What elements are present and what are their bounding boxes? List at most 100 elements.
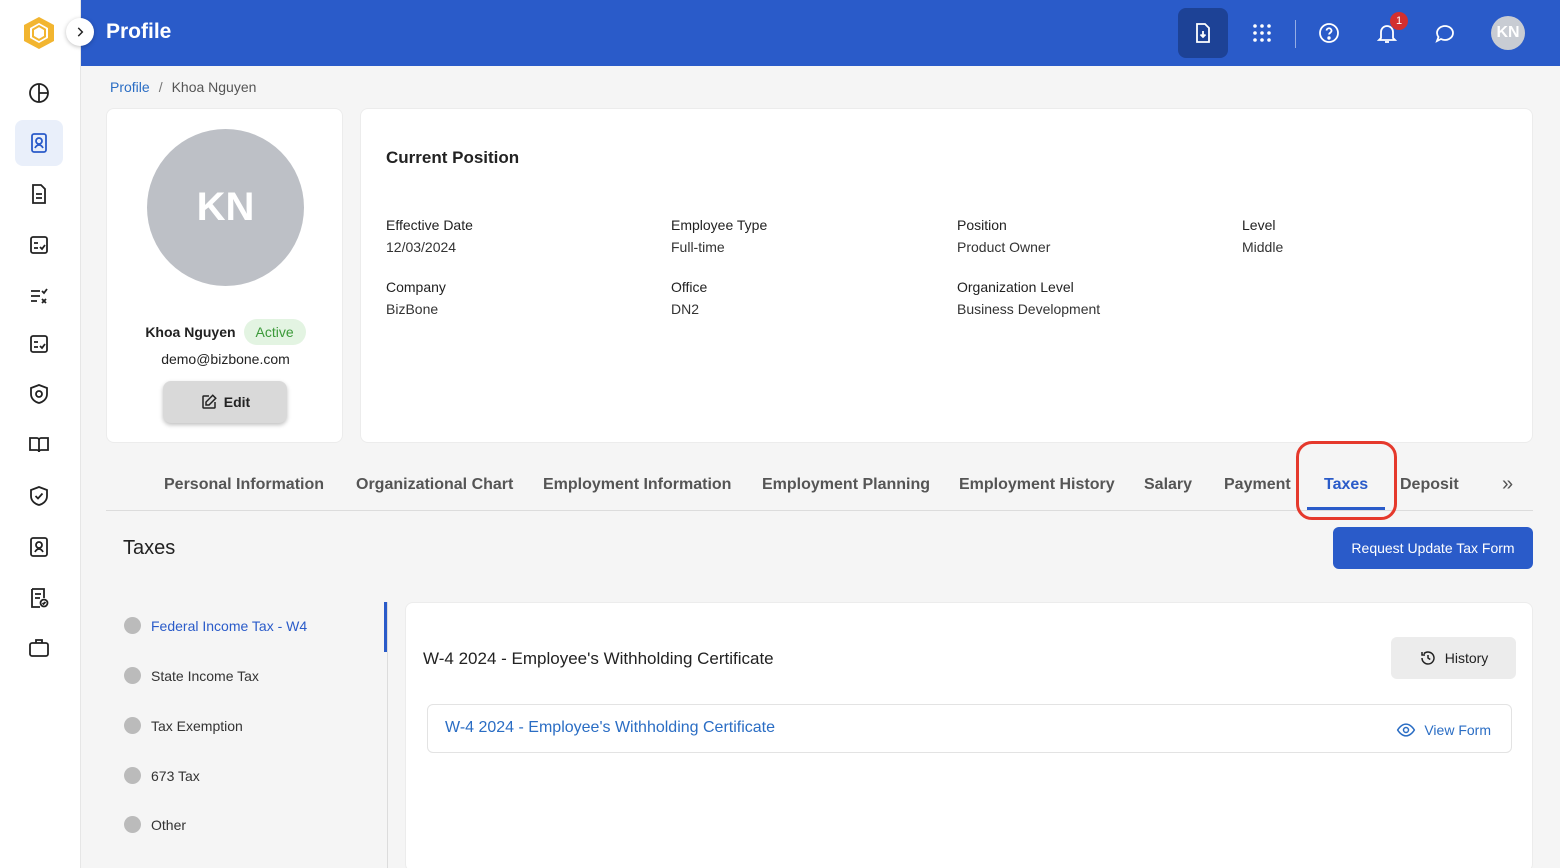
tab-deposit[interactable]: Deposit [1400, 476, 1459, 494]
tax-item-exemption[interactable]: Tax Exemption [124, 717, 243, 734]
breadcrumb: Profile / Khoa Nguyen [110, 79, 256, 95]
profile-card: KN Khoa Nguyen Active demo@bizbone.com E… [106, 108, 343, 443]
tax-item-state-income[interactable]: State Income Tax [124, 667, 259, 684]
list-bullet-icon [124, 617, 141, 634]
field-label: Organization Level [957, 279, 1074, 295]
tab-employment-history[interactable]: Employment History [959, 476, 1115, 494]
dashboard-icon[interactable] [15, 70, 63, 116]
field-value: BizBone [386, 301, 439, 317]
tax-list-active-indicator [384, 602, 387, 652]
field-label: Employee Type [671, 217, 768, 233]
field-value: DN2 [671, 301, 700, 317]
list-bullet-icon [124, 816, 141, 833]
profile-name-row: Khoa Nguyen Active [107, 319, 344, 345]
taxes-section-title: Taxes [123, 537, 176, 559]
tax-form-row: W-4 2024 - Employee's Withholding Certif… [427, 704, 1512, 753]
field-label: Office [671, 279, 708, 295]
view-form-button[interactable]: View Form [1396, 720, 1491, 740]
expand-sidebar-button[interactable] [66, 18, 94, 46]
edit-icon [202, 394, 217, 409]
tax-item-label: Federal Income Tax - W4 [151, 617, 308, 634]
request-update-tax-form-button[interactable]: Request Update Tax Form [1333, 527, 1533, 569]
tax-item-673[interactable]: 673 Tax [124, 767, 200, 784]
top-bar: Profile 1 KN [81, 0, 1560, 66]
apps-button[interactable] [1237, 8, 1287, 58]
tab-payment[interactable]: Payment [1224, 476, 1291, 494]
help-button[interactable] [1304, 8, 1354, 58]
tab-employment-planning[interactable]: Employment Planning [762, 476, 930, 494]
history-button-label: History [1444, 650, 1489, 666]
tax-form-link[interactable]: W-4 2024 - Employee's Withholding Certif… [445, 719, 775, 737]
tax-item-label: State Income Tax [151, 667, 259, 684]
checklist-icon[interactable] [15, 222, 63, 268]
tabs-scroll-right-icon[interactable]: » [1502, 473, 1513, 496]
history-button[interactable]: History [1391, 637, 1516, 679]
level-field: Level Middle [1242, 217, 1283, 255]
office-field: Office DN2 [671, 279, 707, 317]
tab-salary[interactable]: Salary [1144, 476, 1192, 494]
chat-button[interactable] [1420, 8, 1470, 58]
tab-organizational-chart[interactable]: Organizational Chart [356, 476, 513, 494]
profile-name: Khoa Nguyen [145, 324, 236, 340]
tax-form-title: W-4 2024 - Employee's Withholding Certif… [423, 649, 774, 668]
employee-type-field: Employee Type Full-time [671, 217, 767, 255]
current-position-title: Current Position [386, 148, 520, 167]
field-label: Effective Date [386, 217, 473, 233]
briefcase-icon[interactable] [15, 625, 63, 671]
list-bullet-icon [124, 667, 141, 684]
side-nav [0, 0, 81, 868]
shield-check-icon[interactable] [15, 473, 63, 519]
page-title: Profile [106, 20, 172, 43]
chevron-right-icon [77, 27, 84, 37]
tax-item-label: 673 Tax [151, 767, 200, 784]
download-document-button[interactable] [1178, 8, 1228, 58]
app-logo-icon[interactable] [23, 16, 55, 50]
tax-form-card: W-4 2024 - Employee's Withholding Certif… [405, 602, 1533, 868]
history-icon [1420, 651, 1435, 665]
company-field: Company BizBone [386, 279, 446, 317]
eye-icon [1397, 723, 1416, 737]
download-file-icon [1196, 23, 1210, 43]
field-label: Level [1242, 217, 1276, 233]
field-value: Middle [1242, 239, 1284, 255]
tax-type-list: Federal Income Tax - W4 State Income Tax… [106, 602, 388, 868]
profile-nav-icon[interactable] [15, 120, 63, 166]
tax-item-other[interactable]: Other [124, 816, 186, 833]
field-value: Full-time [671, 239, 725, 255]
approval-icon[interactable] [15, 575, 63, 621]
edit-profile-button[interactable]: Edit [163, 381, 287, 423]
tax-item-federal-w4[interactable]: Federal Income Tax - W4 [124, 617, 307, 634]
field-value: Business Development [957, 301, 1101, 317]
security-icon[interactable] [15, 371, 63, 417]
edit-button-label: Edit [223, 394, 251, 410]
profile-avatar: KN [147, 129, 304, 286]
help-icon [1319, 23, 1339, 43]
position-field: Position Product Owner [957, 217, 1050, 255]
breadcrumb-separator: / [158, 79, 163, 95]
task-list-icon[interactable] [15, 272, 63, 318]
document-icon[interactable] [15, 171, 63, 217]
tab-employment-information[interactable]: Employment Information [543, 476, 731, 494]
handbook-icon[interactable] [15, 422, 63, 468]
tax-item-label: Other [151, 816, 187, 833]
breadcrumb-profile-link[interactable]: Profile [110, 79, 150, 95]
review-icon[interactable] [15, 321, 63, 367]
profile-email: demo@bizbone.com [161, 351, 290, 367]
user-avatar[interactable]: KN [1491, 16, 1525, 50]
employee-card-icon[interactable] [15, 524, 63, 570]
view-form-label: View Form [1424, 722, 1491, 738]
notifications-button[interactable]: 1 [1362, 8, 1412, 58]
taxes-tab-highlight [1296, 441, 1397, 520]
tab-personal-information[interactable]: Personal Information [164, 476, 324, 494]
apps-grid-icon [1253, 24, 1271, 42]
organization-level-field: Organization Level Business Development [957, 279, 1100, 317]
chat-icon [1435, 25, 1454, 43]
effective-date-field: Effective Date 12/03/2024 [386, 217, 473, 255]
field-label: Position [957, 217, 1007, 233]
field-value: 12/03/2024 [386, 239, 457, 255]
notification-badge: 1 [1390, 12, 1408, 30]
list-bullet-icon [124, 767, 141, 784]
tax-item-label: Tax Exemption [151, 717, 243, 734]
breadcrumb-current: Khoa Nguyen [171, 79, 257, 95]
current-position-card: Current Position Effective Date 12/03/20… [360, 108, 1533, 443]
